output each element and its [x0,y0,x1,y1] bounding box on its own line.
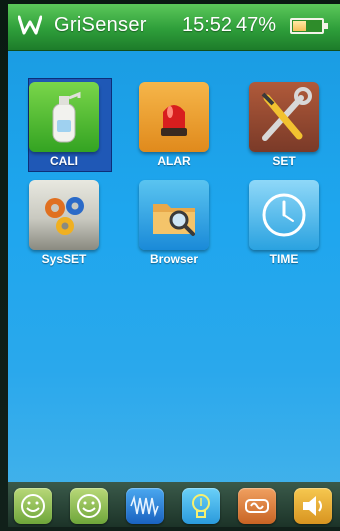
app-label: CALI [50,154,78,168]
waveform-icon[interactable] [126,488,164,524]
device-frame: GriSenser 15:52 47% CALI ALAR SET SysSET… [0,0,340,531]
clock-time: 15:52 [182,14,233,36]
battery-icon [290,18,328,34]
tools-icon [249,82,319,152]
smiley-icon[interactable] [14,488,52,524]
gas-cylinder-icon [29,82,99,152]
battery-percent: 47% [236,14,277,36]
app-cali[interactable]: CALI [24,78,112,172]
folder-search-icon [139,180,209,250]
app-label: SET [272,154,296,168]
signal-icon[interactable] [238,488,276,524]
alarm-beacon-icon [139,82,209,152]
logo-icon [18,15,42,35]
app-browser[interactable]: Browser [134,180,214,266]
screen: GriSenser 15:52 47% CALI ALAR SET SysSET… [8,4,340,527]
app-sysset[interactable]: SysSET [24,180,104,266]
app-label: SysSET [41,252,87,266]
app-label: TIME [269,252,299,266]
gears-icon [29,180,99,250]
app-alar[interactable]: ALAR [134,82,214,168]
app-set[interactable]: SET [244,82,324,168]
status-bar: GriSenser 15:52 47% [8,4,340,51]
clock-icon [249,180,319,250]
speaker-icon[interactable] [294,488,332,524]
smiley-icon[interactable] [70,488,108,524]
battery-level-fill [293,21,306,31]
app-label: ALAR [157,154,191,168]
app-title: GriSenser [54,14,147,36]
dock [8,482,340,527]
app-time[interactable]: TIME [244,180,324,266]
lightbulb-icon[interactable] [182,488,220,524]
app-label: Browser [149,252,199,266]
